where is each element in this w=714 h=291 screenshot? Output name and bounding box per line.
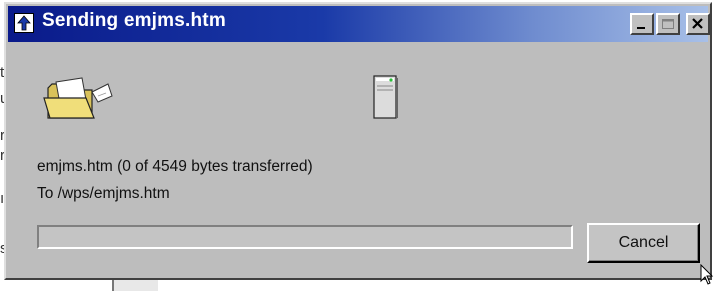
maximize-button[interactable] (656, 13, 680, 35)
app-icon (14, 13, 34, 33)
close-icon (692, 18, 703, 29)
transfer-dialog: Sending emjms.htm emjms.htm (0 of 4549 b… (4, 2, 712, 280)
window-title: Sending emjms.htm (42, 10, 226, 31)
close-button[interactable] (686, 13, 710, 35)
cancel-button[interactable]: Cancel (587, 223, 700, 263)
transfer-status-text: emjms.htm (0 of 4549 bytes transferred) (37, 158, 313, 175)
progress-bar (37, 225, 573, 249)
minimize-icon (637, 27, 645, 29)
maximize-icon (662, 19, 674, 29)
title-bar[interactable]: Sending emjms.htm (8, 6, 710, 42)
mouse-cursor-icon (700, 263, 714, 291)
open-folder-icon (42, 74, 116, 129)
screen: t u r r ı s Sending emjms.htm (0, 0, 714, 291)
server-icon (372, 74, 400, 125)
destination-path-text: To /wps/emjms.htm (37, 185, 170, 202)
minimize-button[interactable] (630, 13, 654, 35)
